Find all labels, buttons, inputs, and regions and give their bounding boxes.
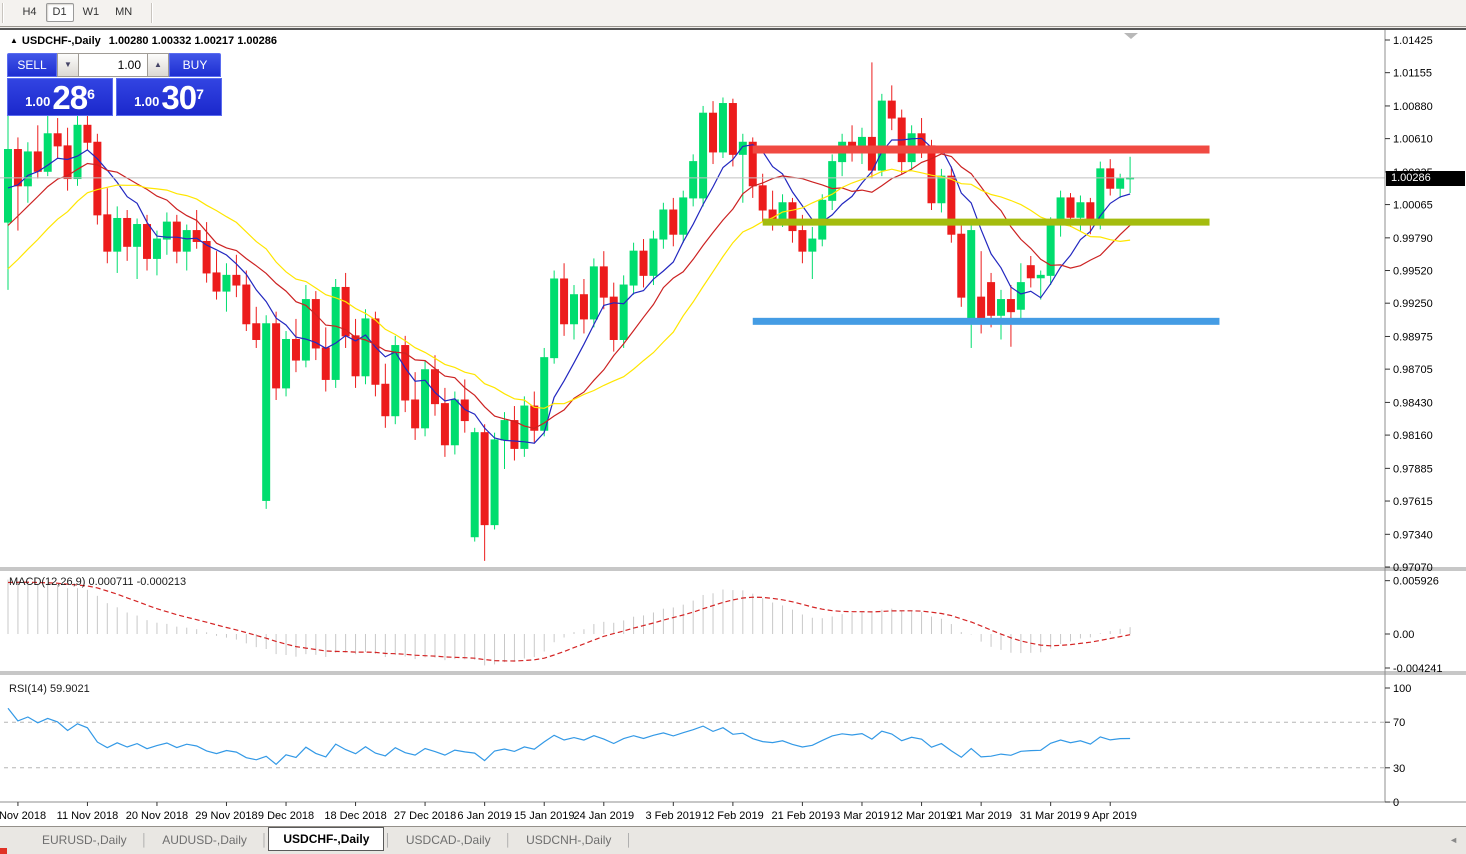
svg-text:0.99790: 0.99790 <box>1393 233 1433 245</box>
svg-text:0.005926: 0.005926 <box>1393 576 1439 588</box>
svg-text:0.00: 0.00 <box>1393 629 1414 641</box>
svg-text:1.00065: 1.00065 <box>1393 200 1433 212</box>
tab-separator: │ <box>625 833 633 847</box>
svg-text:0: 0 <box>1393 797 1399 809</box>
timeframe-buttons: H4D1W1MN <box>14 0 140 17</box>
svg-text:0.98430: 0.98430 <box>1393 397 1433 409</box>
svg-text:0.98160: 0.98160 <box>1393 430 1433 442</box>
tab-scroll-left-icon[interactable]: ◄ <box>1449 835 1458 845</box>
svg-text:27 Dec 2018: 27 Dec 2018 <box>394 810 456 822</box>
tab-usdcad[interactable]: USDCAD-,Daily <box>392 830 505 851</box>
tab-eurusd[interactable]: EURUSD-,Daily <box>28 830 141 851</box>
svg-text:0.97070: 0.97070 <box>1393 562 1433 574</box>
ohlc-readout: 1.00280 1.00332 1.00217 1.00286 <box>109 35 277 47</box>
svg-text:-0.004241: -0.004241 <box>1393 663 1443 675</box>
buy-price-panel[interactable]: 1.00 30 7 <box>116 78 222 116</box>
tab-audusd[interactable]: AUDUSD-,Daily <box>148 830 261 851</box>
current-price-tag: 1.00286 <box>1386 171 1465 186</box>
collapse-triangle-icon[interactable]: ▲ <box>10 36 18 45</box>
level-pivot-line[interactable] <box>763 219 1210 226</box>
svg-text:70: 70 <box>1393 717 1405 729</box>
svg-text:0.99520: 0.99520 <box>1393 266 1433 278</box>
svg-text:9 Dec 2018: 9 Dec 2018 <box>258 810 314 822</box>
svg-text:1.00880: 1.00880 <box>1393 101 1433 113</box>
svg-text:6 Jan 2019: 6 Jan 2019 <box>457 810 511 822</box>
candles-group <box>5 62 1134 561</box>
tab-usdchf[interactable]: USDCHF-,Daily <box>268 827 384 851</box>
chart-shift-marker-icon[interactable] <box>1124 33 1138 39</box>
timeframe-toolbar: H4D1W1MN <box>0 0 1466 27</box>
svg-text:11 Nov 2018: 11 Nov 2018 <box>57 810 119 822</box>
svg-text:0.99250: 0.99250 <box>1393 298 1433 310</box>
svg-text:0.98975: 0.98975 <box>1393 331 1433 343</box>
timeframe-button-mn[interactable]: MN <box>108 3 139 22</box>
svg-text:31 Mar 2019: 31 Mar 2019 <box>1020 810 1082 822</box>
tab-usdcnh[interactable]: USDCNH-,Daily <box>512 830 625 851</box>
tab-separator: │ <box>505 833 513 847</box>
svg-text:21 Mar 2019: 21 Mar 2019 <box>950 810 1012 822</box>
chart-title: ▲ USDCHF-,Daily 1.00280 1.00332 1.00217 1.… <box>10 35 277 47</box>
timeframe-button-d1[interactable]: D1 <box>46 3 74 22</box>
sell-price-panel[interactable]: 1.00 28 6 <box>7 78 113 116</box>
tab-separator: │ <box>261 833 269 847</box>
tab-separator: │ <box>384 833 392 847</box>
chart-tabs: EURUSD-,Daily│AUDUSD-,Daily│USDCHF-,Dail… <box>28 830 633 854</box>
toolbar-separator <box>151 3 153 23</box>
svg-text:15 Jan 2019: 15 Jan 2019 <box>514 810 575 822</box>
svg-text:1.01155: 1.01155 <box>1393 68 1432 80</box>
svg-text:0.98705: 0.98705 <box>1393 364 1433 376</box>
svg-text:1.00610: 1.00610 <box>1393 134 1433 146</box>
svg-text:12 Mar 2019: 12 Mar 2019 <box>891 810 953 822</box>
buy-price-prefix: 1.00 <box>134 91 159 113</box>
svg-text:0.97885: 0.97885 <box>1393 463 1433 475</box>
svg-text:3 Mar 2019: 3 Mar 2019 <box>834 810 890 822</box>
macd-indicator-label: MACD(12,26,9) 0.000711 -0.000213 <box>9 576 186 588</box>
timeframe-button-w1[interactable]: W1 <box>76 3 107 22</box>
svg-text:30: 30 <box>1393 763 1405 775</box>
level-support-line[interactable] <box>753 318 1220 325</box>
svg-text:12 Feb 2019: 12 Feb 2019 <box>702 810 764 822</box>
svg-text:0.97340: 0.97340 <box>1393 529 1433 541</box>
sell-price-pips: 28 <box>52 83 87 113</box>
volume-input[interactable] <box>79 53 147 77</box>
alert-marker <box>0 848 7 854</box>
svg-text:20 Nov 2018: 20 Nov 2018 <box>126 810 188 822</box>
buy-price-pips: 30 <box>161 83 196 113</box>
svg-text:1 Nov 2018: 1 Nov 2018 <box>0 810 46 822</box>
tab-separator: │ <box>141 833 149 847</box>
buy-price-point: 7 <box>196 89 204 99</box>
timeframe-button-h4[interactable]: H4 <box>15 3 43 22</box>
buy-button[interactable]: BUY <box>169 53 221 77</box>
svg-text:1.01425: 1.01425 <box>1393 35 1433 47</box>
rsi-line <box>8 708 1130 764</box>
svg-text:3 Feb 2019: 3 Feb 2019 <box>645 810 701 822</box>
volume-increase-button[interactable]: ▲ <box>147 53 169 77</box>
svg-text:24 Jan 2019: 24 Jan 2019 <box>574 810 635 822</box>
chart-window: 1.014251.011551.008801.006101.003351.000… <box>0 28 1466 826</box>
level-resistance-line[interactable] <box>753 146 1210 154</box>
macd-histogram <box>8 580 1130 666</box>
chart-tab-bar: EURUSD-,Daily│AUDUSD-,Daily│USDCHF-,Dail… <box>0 826 1466 854</box>
sell-button[interactable]: SELL <box>7 53 57 77</box>
toolbar-grip <box>2 3 4 23</box>
svg-text:18 Dec 2018: 18 Dec 2018 <box>324 810 386 822</box>
price-chart[interactable]: 1.014251.011551.008801.006101.003351.000… <box>0 30 1466 828</box>
svg-text:21 Feb 2019: 21 Feb 2019 <box>772 810 834 822</box>
rsi-indicator-label: RSI(14) 59.9021 <box>9 683 90 695</box>
sell-price-prefix: 1.00 <box>25 91 50 113</box>
price-axis: 1.014251.011551.008801.006101.003351.000… <box>1385 35 1443 809</box>
macd-signal-line <box>8 582 1130 661</box>
svg-text:0.97615: 0.97615 <box>1393 496 1433 508</box>
one-click-trading-widget: SELL ▼ ▲ BUY 1.00 28 6 1.00 30 7 <box>7 53 225 116</box>
sell-price-point: 6 <box>87 89 95 99</box>
mt4-application: H4D1W1MN 1.01425 1.01155 1.00880 1.00610 1.0… <box>0 0 1466 854</box>
volume-decrease-button[interactable]: ▼ <box>57 53 79 77</box>
svg-text:9 Apr 2019: 9 Apr 2019 <box>1084 810 1137 822</box>
chart-symbol-label: USDCHF-,Daily <box>22 35 101 47</box>
date-axis: 1 Nov 2018 11 Nov 2018 20 Nov 2018 29 Nov 2… <box>0 802 1137 822</box>
svg-text:29 Nov 2018: 29 Nov 2018 <box>195 810 257 822</box>
svg-text:100: 100 <box>1393 683 1411 695</box>
